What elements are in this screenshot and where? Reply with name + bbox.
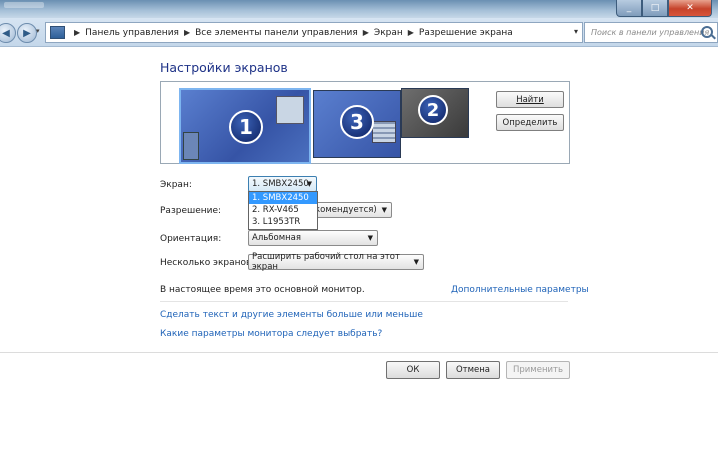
cancel-button[interactable]: Отмена [446,361,500,379]
screen-dropdown-list: 1. SMBX2450 2. RX-V465 3. L1953TR [248,191,318,230]
text-size-link[interactable]: Сделать текст и другие элементы больше и… [160,310,423,320]
breadcrumb-separator-icon[interactable]: ▶ [363,28,369,37]
breadcrumb-separator-icon[interactable]: ▶ [184,28,190,37]
screen-label: Экран: [160,180,192,190]
breadcrumb-control-panel[interactable]: Панель управления [85,28,179,38]
find-button[interactable]: Найти [496,91,564,108]
forward-button[interactable]: ▶ [17,23,37,43]
window-controls: _ □ ✕ [616,0,712,17]
orientation-value: Альбомная [252,233,301,243]
search-input[interactable]: Поиск в панели управления [584,22,718,43]
search-placeholder: Поиск в панели управления [591,28,710,37]
chevron-down-icon: ▼ [381,206,387,214]
window-title-ghost [4,2,44,8]
main-monitor-text: В настоящее время это основной монитор. [160,285,365,295]
maximize-button[interactable]: □ [642,0,668,17]
monitor-help-link[interactable]: Какие параметры монитора следует выбрать… [160,329,382,339]
identify-button[interactable]: Определить [496,114,564,131]
orientation-label: Ориентация: [160,234,222,244]
monitor-number-2: 2 [418,95,448,125]
chevron-down-icon: ▼ [367,234,373,242]
resolution-value: комендуется) [315,205,377,215]
address-bar[interactable]: ▶ Панель управления ▶ Все элементы панел… [45,22,583,43]
divider [0,352,718,353]
orientation-select[interactable]: Альбомная ▼ [248,230,378,246]
control-panel-icon [50,26,65,39]
multiple-displays-label: Несколько экранов: [160,258,255,268]
page-title: Настройки экранов [160,60,288,75]
multiple-displays-value: Расширить рабочий стол на этот экран [252,252,400,272]
identify-label: Определить [502,117,558,128]
advanced-settings-link[interactable]: Дополнительные параметры [451,285,589,295]
breadcrumb-all-items[interactable]: Все элементы панели управления [195,28,358,38]
find-label: Найти [516,94,544,105]
screen-option[interactable]: 1. SMBX2450 [249,192,317,204]
calculator-thumbnail-icon [372,121,396,143]
taskbar-thumbnail-icon [183,132,199,160]
minimize-button[interactable]: _ [616,0,642,17]
screen-option[interactable]: 2. RX-V465 [249,204,317,216]
search-icon[interactable] [701,26,713,38]
monitor-1[interactable]: 1 [179,88,311,164]
history-dropdown-icon[interactable]: ▾ [36,27,40,35]
monitor-preview: 1 3 2 Найти Определить [160,81,570,164]
screen-option[interactable]: 3. L1953TR [249,216,317,228]
screen-select[interactable]: 1. SMBX2450 ▼ [248,176,317,192]
monitor-number-3: 3 [340,105,374,139]
breadcrumb-screen-resolution[interactable]: Разрешение экрана [419,28,513,38]
title-bar: _ □ ✕ [0,0,718,18]
ok-button[interactable]: ОК [386,361,440,379]
monitor-2[interactable]: 2 [401,88,469,138]
chevron-down-icon: ▼ [306,180,312,188]
monitor-number-1: 1 [229,110,263,144]
screen-value: 1. SMBX2450 [252,179,309,189]
back-button[interactable]: ◀ [0,23,16,43]
breadcrumb-display[interactable]: Экран [374,28,403,38]
breadcrumb-separator-icon[interactable]: ▶ [74,28,80,37]
apply-button[interactable]: Применить [506,361,570,379]
close-button[interactable]: ✕ [668,0,712,17]
resolution-label: Разрешение: [160,206,222,216]
multiple-displays-select[interactable]: Расширить рабочий стол на этот экран ▼ [248,252,424,272]
navigation-bar: ◀ ▶ ▾ ▶ Панель управления ▶ Все элементы… [0,18,718,47]
breadcrumb-separator-icon[interactable]: ▶ [408,28,414,37]
chevron-down-icon: ▼ [413,258,419,266]
divider [160,301,568,302]
address-dropdown-icon[interactable]: ▾ [574,27,578,36]
window-thumbnail-icon [276,96,304,124]
monitor-3[interactable]: 3 [313,90,401,158]
